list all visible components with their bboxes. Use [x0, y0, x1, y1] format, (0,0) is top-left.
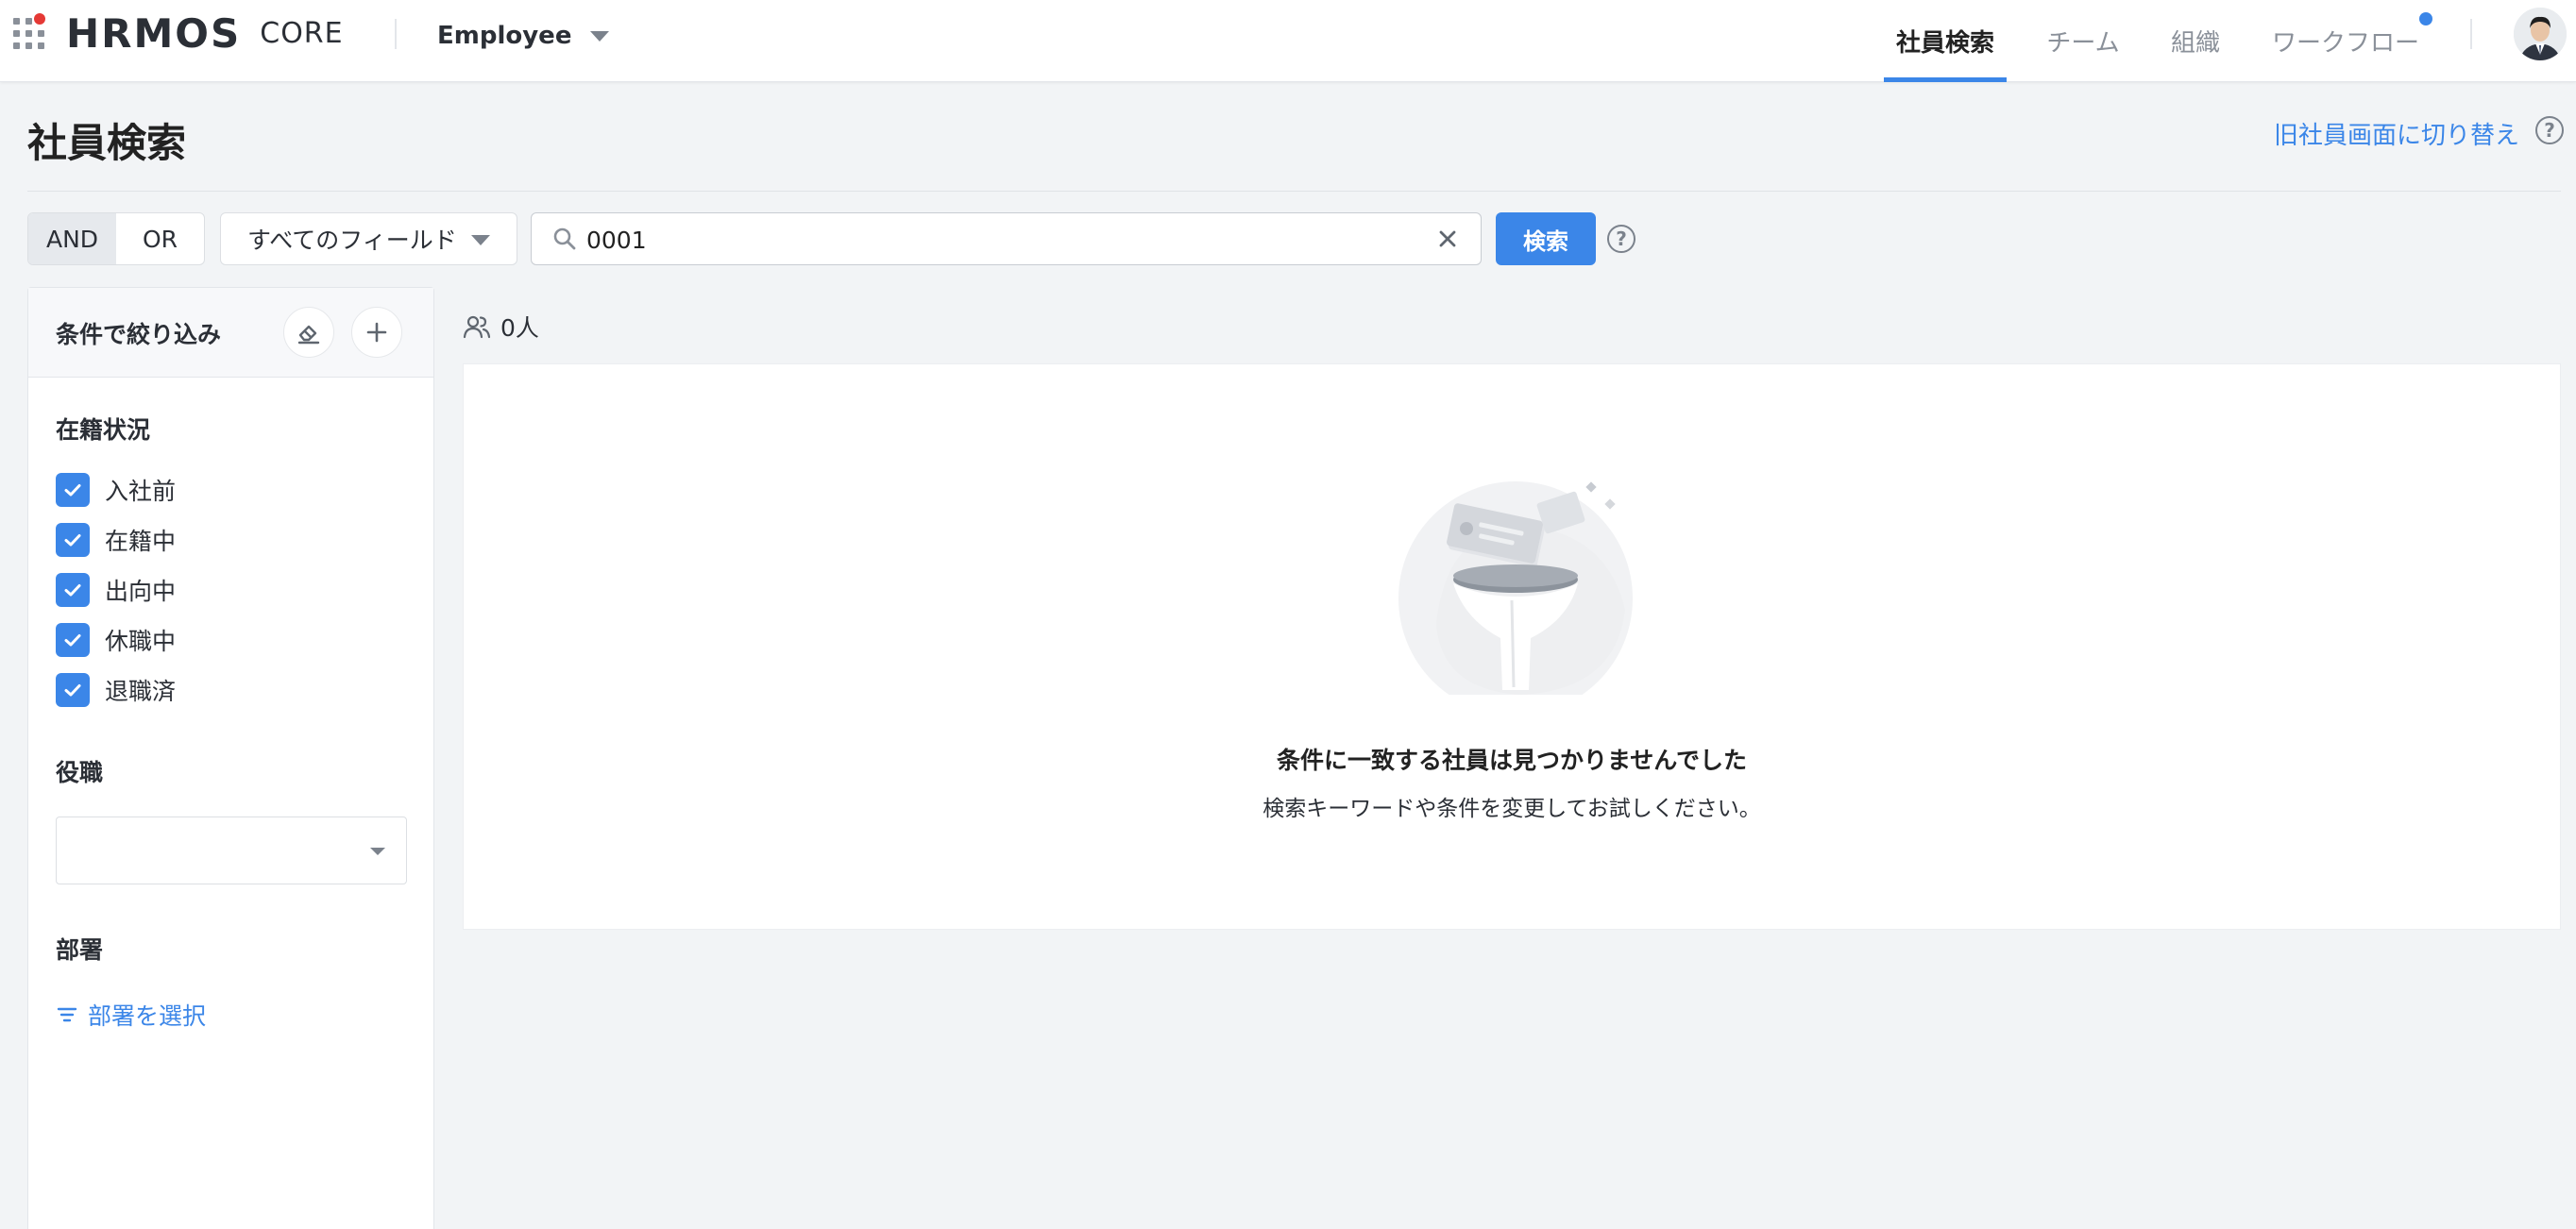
logo-sub-text: CORE	[260, 16, 344, 50]
clear-icon[interactable]	[1433, 225, 1462, 253]
tab-organization[interactable]: 組織	[2162, 0, 2229, 82]
avatar[interactable]	[2514, 8, 2567, 60]
status-checkbox-row[interactable]: 休職中	[56, 623, 176, 657]
tab-team[interactable]: チーム	[2040, 0, 2127, 82]
checkbox-checked[interactable]	[56, 473, 90, 507]
tab-employee-search[interactable]: 社員検索	[1884, 0, 2007, 82]
checkbox-label: 退職済	[105, 678, 177, 705]
checkbox-label: 入社前	[105, 478, 177, 505]
clear-filters-button[interactable]	[283, 307, 334, 358]
field-select-value: すべてのフィールド	[247, 227, 457, 254]
checkbox-checked[interactable]	[56, 573, 90, 607]
add-filter-button[interactable]	[351, 307, 402, 358]
check-icon	[64, 684, 81, 697]
status-checkbox-row[interactable]: 在籍中	[56, 523, 176, 557]
empty-state-title: 条件に一致する社員は見つかりませんでした	[1276, 747, 1747, 774]
page-title: 社員検索	[27, 120, 187, 166]
check-icon	[64, 484, 81, 497]
check-icon	[64, 634, 81, 647]
logo[interactable]: HRMOS CORE	[66, 9, 344, 57]
eraser-icon	[297, 325, 320, 345]
chevron-down-icon	[590, 30, 610, 42]
search-box	[531, 212, 1482, 265]
chevron-down-icon	[370, 848, 385, 855]
user-avatar-icon	[2514, 8, 2567, 60]
checkbox-checked[interactable]	[56, 523, 90, 557]
tab-workflow[interactable]: ワークフロー	[2266, 0, 2432, 82]
notification-dot-icon	[34, 13, 45, 25]
check-icon	[64, 534, 81, 547]
filter-title: 条件で絞り込み	[56, 321, 222, 348]
app-switcher-label: Employee	[437, 22, 572, 50]
or-button[interactable]: OR	[116, 213, 204, 264]
and-button[interactable]: AND	[28, 213, 116, 264]
top-header: HRMOS CORE Employee 社員検索 チーム 組織 ワークフロー	[0, 0, 2576, 82]
empty-state-subtitle: 検索キーワードや条件を変更してお試しください。	[1263, 797, 1761, 821]
filter-header: 条件で絞り込み	[28, 288, 433, 378]
select-department-link[interactable]: 部署を選択	[56, 998, 206, 1032]
role-section-title: 役職	[56, 759, 104, 786]
app-switcher[interactable]: Employee	[437, 17, 610, 55]
field-select[interactable]: すべてのフィールド	[220, 212, 517, 265]
checkbox-checked[interactable]	[56, 673, 90, 707]
header-divider	[2470, 19, 2472, 49]
search-icon	[553, 227, 576, 250]
app-grid-icon[interactable]	[13, 13, 45, 50]
checkbox-label: 休職中	[105, 628, 177, 655]
help-icon[interactable]: ?	[2535, 116, 2564, 144]
filter-icon	[57, 1007, 77, 1022]
checkbox-checked[interactable]	[56, 623, 90, 657]
divider	[27, 191, 2561, 192]
select-department-label: 部署を選択	[88, 1002, 207, 1030]
workflow-badge-icon	[2419, 12, 2432, 25]
department-section-title: 部署	[56, 936, 104, 964]
people-icon	[463, 315, 491, 339]
checkbox-label: 出向中	[105, 578, 177, 605]
role-select[interactable]	[56, 817, 407, 884]
help-icon[interactable]: ?	[1607, 225, 1635, 253]
tab-label: 社員検索	[1895, 29, 1994, 58]
tab-label: 組織	[2170, 29, 2220, 58]
tab-label: チーム	[2046, 29, 2120, 58]
status-checkbox-row[interactable]: 入社前	[56, 473, 176, 507]
results-panel: 条件に一致する社員は見つかりませんでした 検索キーワードや条件を変更してお試しく…	[463, 363, 2561, 930]
status-checkbox-row[interactable]: 退職済	[56, 673, 176, 707]
chevron-down-icon	[471, 235, 490, 245]
legacy-screen-link[interactable]: 旧社員画面に切り替え	[2274, 116, 2519, 151]
result-count-label: 0人	[500, 314, 539, 342]
logo-text: HRMOS	[66, 9, 242, 57]
status-section-title: 在籍状況	[56, 416, 151, 444]
header-divider	[395, 19, 397, 49]
plus-icon	[366, 322, 387, 343]
result-count: 0人	[463, 310, 539, 344]
and-or-toggle: AND OR	[27, 212, 205, 265]
checkbox-label: 在籍中	[105, 528, 177, 555]
search-button[interactable]: 検索	[1496, 212, 1596, 265]
status-checkbox-row[interactable]: 出向中	[56, 573, 176, 607]
filter-sidebar: 条件で絞り込み 在籍状況 入社前 在籍中 出向中 休職中 退職済 役職 部署 部…	[27, 287, 434, 1229]
tab-label: ワークフロー	[2271, 29, 2419, 58]
search-input[interactable]	[586, 221, 1417, 259]
empty-funnel-icon	[1398, 481, 1633, 695]
check-icon	[64, 584, 81, 597]
